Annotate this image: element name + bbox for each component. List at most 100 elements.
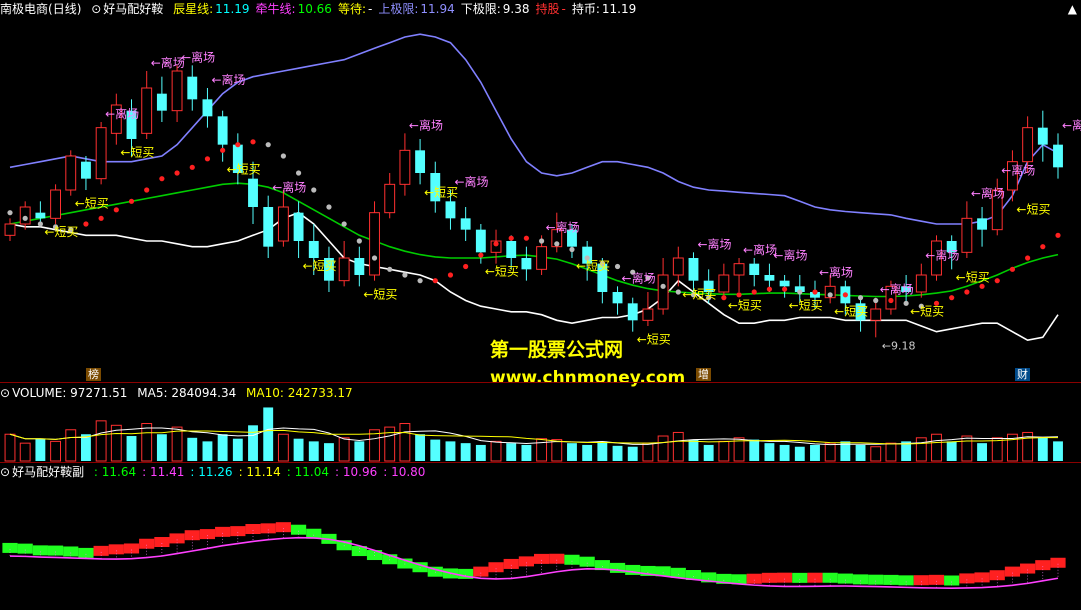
sub-value-3: : 11.14 [238, 465, 281, 479]
candle-body [263, 207, 274, 247]
sub-step-block [928, 574, 945, 585]
volume-bar [369, 429, 380, 462]
sub-value-6: : 10.80 [383, 465, 426, 479]
sub-indicator-name[interactable]: 好马配好鞍副 [12, 465, 84, 479]
buy-signal-label: ←短买 [910, 304, 944, 318]
candle-body [369, 212, 380, 276]
volume-panel[interactable]: ⊙ VOLUME: 97271.51 MA5: 284094.34 MA10: 2… [0, 383, 1081, 463]
candle-body [19, 206, 31, 225]
exit-signal-label: ←离场 [211, 72, 245, 87]
candle [1037, 110, 1048, 162]
main-chart-panel[interactable]: ←离场 ←离场 ←离场 ←离场 ←离场 ←离场 ←离场 ←离场 ←离场 ←离场 ←离场 ←离场 ←离场 ←… [0, 0, 1081, 388]
stock-name[interactable]: 南极电商 [0, 2, 48, 16]
field-value-5: - [561, 2, 566, 16]
candle [384, 173, 396, 219]
volume-bar [415, 434, 426, 461]
buy-signal-label: ←短买 [637, 333, 671, 347]
badge-1[interactable]: 榜 [86, 368, 101, 381]
candle-body [657, 274, 669, 310]
sub-step-block [852, 574, 869, 585]
buy-signal-label: ←短买 [303, 259, 337, 273]
sub-step-block [17, 543, 33, 554]
candle [961, 201, 973, 258]
candle [217, 110, 228, 162]
candle [779, 275, 790, 298]
badge-3[interactable]: 财 [1015, 368, 1030, 381]
field-label-6: 持币: [571, 2, 600, 16]
candle [612, 286, 623, 315]
candle-body [338, 257, 350, 282]
exit-signal-label: ←离场 [1062, 117, 1081, 132]
star-line-dot [402, 272, 408, 278]
star-line-dot [265, 142, 271, 148]
candle [171, 65, 183, 122]
candle-body [733, 263, 745, 276]
exit-signal-label: ←离场 [181, 49, 215, 64]
exit-signal-label: ←离场 [880, 282, 914, 297]
star-line-dot [417, 278, 423, 284]
volume-bar [824, 442, 836, 462]
candle-body [35, 212, 46, 219]
star-line-dot [37, 221, 43, 227]
volume-bar [597, 441, 608, 461]
field-value-1: 10.66 [297, 2, 332, 16]
star-line-dot [356, 238, 362, 244]
sub-step-block [290, 524, 307, 535]
sub-step-block [837, 573, 853, 584]
star-line-dot [569, 246, 575, 253]
candle-body [248, 178, 258, 207]
sub-value-0: : 11.64 [93, 465, 137, 479]
star-line-dot [159, 176, 165, 182]
star-line-dot [812, 289, 818, 295]
sub-step-block [78, 547, 94, 558]
indicator-name-icon[interactable]: ⊙ [91, 2, 101, 16]
volume-bar [642, 442, 654, 462]
volume-bar [582, 444, 593, 461]
collapse-arrow-icon[interactable]: ▲ [1068, 2, 1077, 16]
volume-bar [141, 423, 153, 462]
badge-2[interactable]: 增 [696, 368, 711, 381]
exit-signal-label: ←离场 [105, 106, 139, 121]
star-line-dot [189, 164, 195, 170]
sub-step-block [199, 529, 216, 540]
star-line-dot [432, 278, 438, 284]
star-line-dot [614, 263, 621, 270]
candle [338, 241, 350, 287]
candle-body [415, 150, 426, 173]
sub-step-block [518, 556, 534, 567]
sub-step-block [108, 544, 124, 555]
period-label[interactable]: (日线) [48, 2, 81, 16]
volume-bar [885, 442, 897, 462]
sub-chart-svg [2, 522, 1066, 589]
buy-signal-label: ←短买 [956, 270, 990, 284]
star-line-dot [204, 156, 211, 162]
sub-header: ⊙ 好马配好鞍副 : 11.64: 11.41: 11.26: 11.14: 11… [0, 463, 437, 481]
sub-step-block [275, 522, 291, 533]
volume-bar [202, 441, 213, 461]
volume-bar [35, 438, 46, 461]
indicator-name[interactable]: 好马配好鞍 [103, 2, 163, 16]
candle-body [961, 217, 973, 253]
volume-bar [1037, 437, 1048, 461]
volume-collapse-icon[interactable]: ⊙ [0, 386, 10, 400]
volume-bar [915, 437, 927, 462]
buy-signal-label: ←短买 [227, 163, 261, 177]
star-line-dot [964, 289, 970, 295]
volume-bar [81, 434, 91, 461]
candle-body [688, 258, 699, 281]
volume-bar [171, 426, 183, 462]
candle [415, 139, 426, 185]
buy-signal-label: ←短买 [834, 304, 868, 318]
volume-bar [187, 437, 198, 461]
sub-step-block [777, 572, 793, 583]
buy-signal-label: ←短买 [424, 185, 458, 199]
volume-value: VOLUME: 97271.51 [12, 386, 128, 400]
star-line-dot [235, 142, 241, 148]
main-header: 南极电商(日线) ⊙ 好马配好鞍 辰星线: 11.19 牵牛线: 10.66 等待: - 上极… [0, 0, 648, 18]
sub-collapse-icon[interactable]: ⊙ [0, 465, 10, 479]
volume-bar [506, 443, 517, 461]
candle-body [50, 189, 62, 219]
sub-indicator-panel[interactable]: ⊙ 好马配好鞍副 : 11.64: 11.41: 11.26: 11.14: 11… [0, 463, 1081, 610]
volume-bar [688, 439, 699, 461]
exit-signal-label: ←离场 [743, 242, 777, 257]
